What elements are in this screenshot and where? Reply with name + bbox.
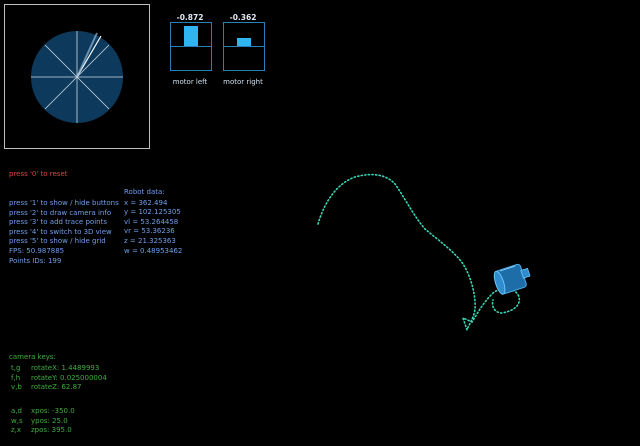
robot-model: [493, 263, 531, 295]
scene-view: [317, 173, 531, 333]
trace-path: [317, 173, 521, 333]
